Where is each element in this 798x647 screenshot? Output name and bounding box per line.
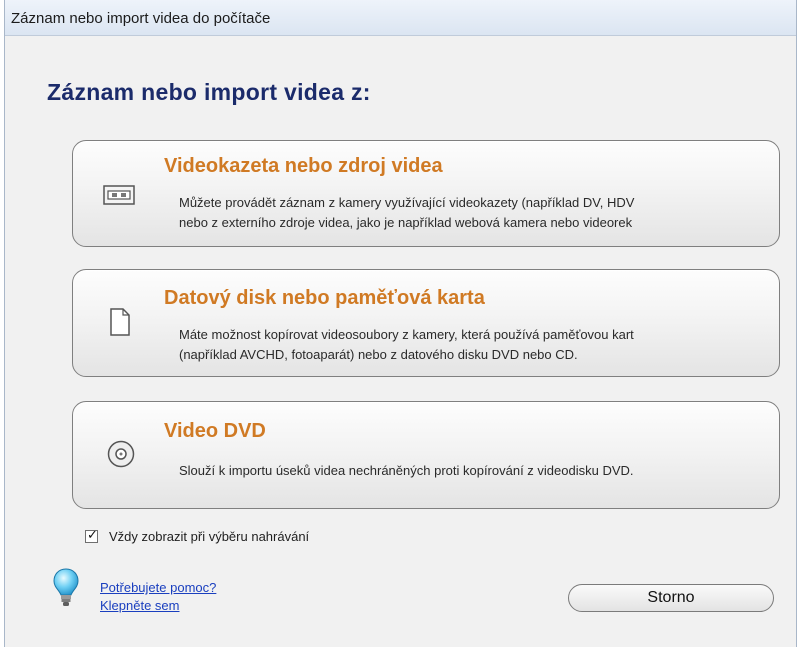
help-link[interactable]: Potřebujete pomoc? — [100, 580, 216, 595]
cancel-button[interactable]: Storno — [568, 584, 774, 612]
option-description: Slouží k importu úseků videa nechráněnýc… — [179, 463, 634, 478]
title-bar: Záznam nebo import videa do počítače — [5, 0, 796, 36]
window-title: Záznam nebo import videa do počítače — [11, 10, 271, 27]
option-data-disc[interactable]: Datový disk nebo paměťová karta Máte mož… — [72, 269, 780, 377]
option-description: nebo z externího zdroje videa, jako je n… — [179, 215, 633, 230]
option-title: Datový disk nebo paměťová karta — [164, 287, 485, 309]
page-heading: Záznam nebo import videa z: — [47, 79, 371, 105]
dvd-disc-icon — [107, 440, 135, 468]
option-description: (například AVCHD, fotoaparát) nebo z dat… — [179, 347, 578, 362]
option-description: Máte možnost kopírovat videosoubory z ka… — [179, 327, 634, 342]
option-description: Můžete provádět záznam z kamery využívaj… — [179, 195, 635, 210]
option-title: Videokazeta nebo zdroj videa — [164, 155, 443, 177]
option-title: Video DVD — [164, 420, 266, 442]
click-here-link[interactable]: Klepněte sem — [100, 598, 180, 613]
option-video-dvd[interactable]: Video DVD Slouží k importu úseků videa n… — [72, 401, 780, 509]
checkmark-icon: ✓ — [87, 528, 98, 543]
option-videotape[interactable]: Videokazeta nebo zdroj videa Můžete prov… — [72, 140, 780, 247]
always-show-checkbox[interactable]: ✓ — [85, 528, 98, 543]
import-video-window: Záznam nebo import videa do počítače Záz… — [4, 0, 797, 647]
always-show-label[interactable]: Vždy zobrazit při výběru nahrávání — [109, 529, 309, 544]
videotape-icon — [103, 185, 135, 205]
lightbulb-icon — [53, 568, 79, 606]
memory-card-icon — [110, 308, 130, 336]
